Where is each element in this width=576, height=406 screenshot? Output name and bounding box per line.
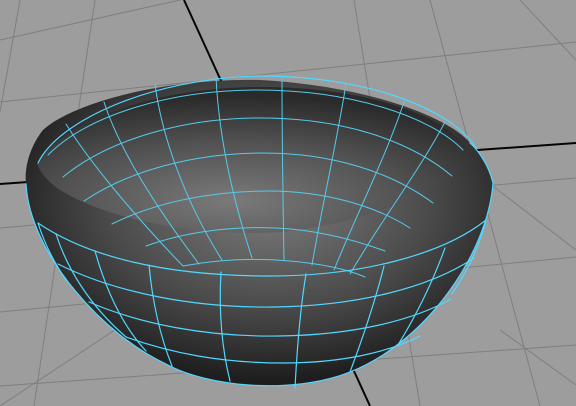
grid-line	[519, 0, 576, 61]
3d-viewport[interactable]	[0, 0, 576, 406]
bowl-mesh[interactable]	[25, 75, 494, 389]
grid-line	[0, 0, 21, 113]
scene-canvas[interactable]	[0, 0, 576, 406]
grid-line	[484, 179, 576, 251]
grid-line	[499, 329, 576, 386]
